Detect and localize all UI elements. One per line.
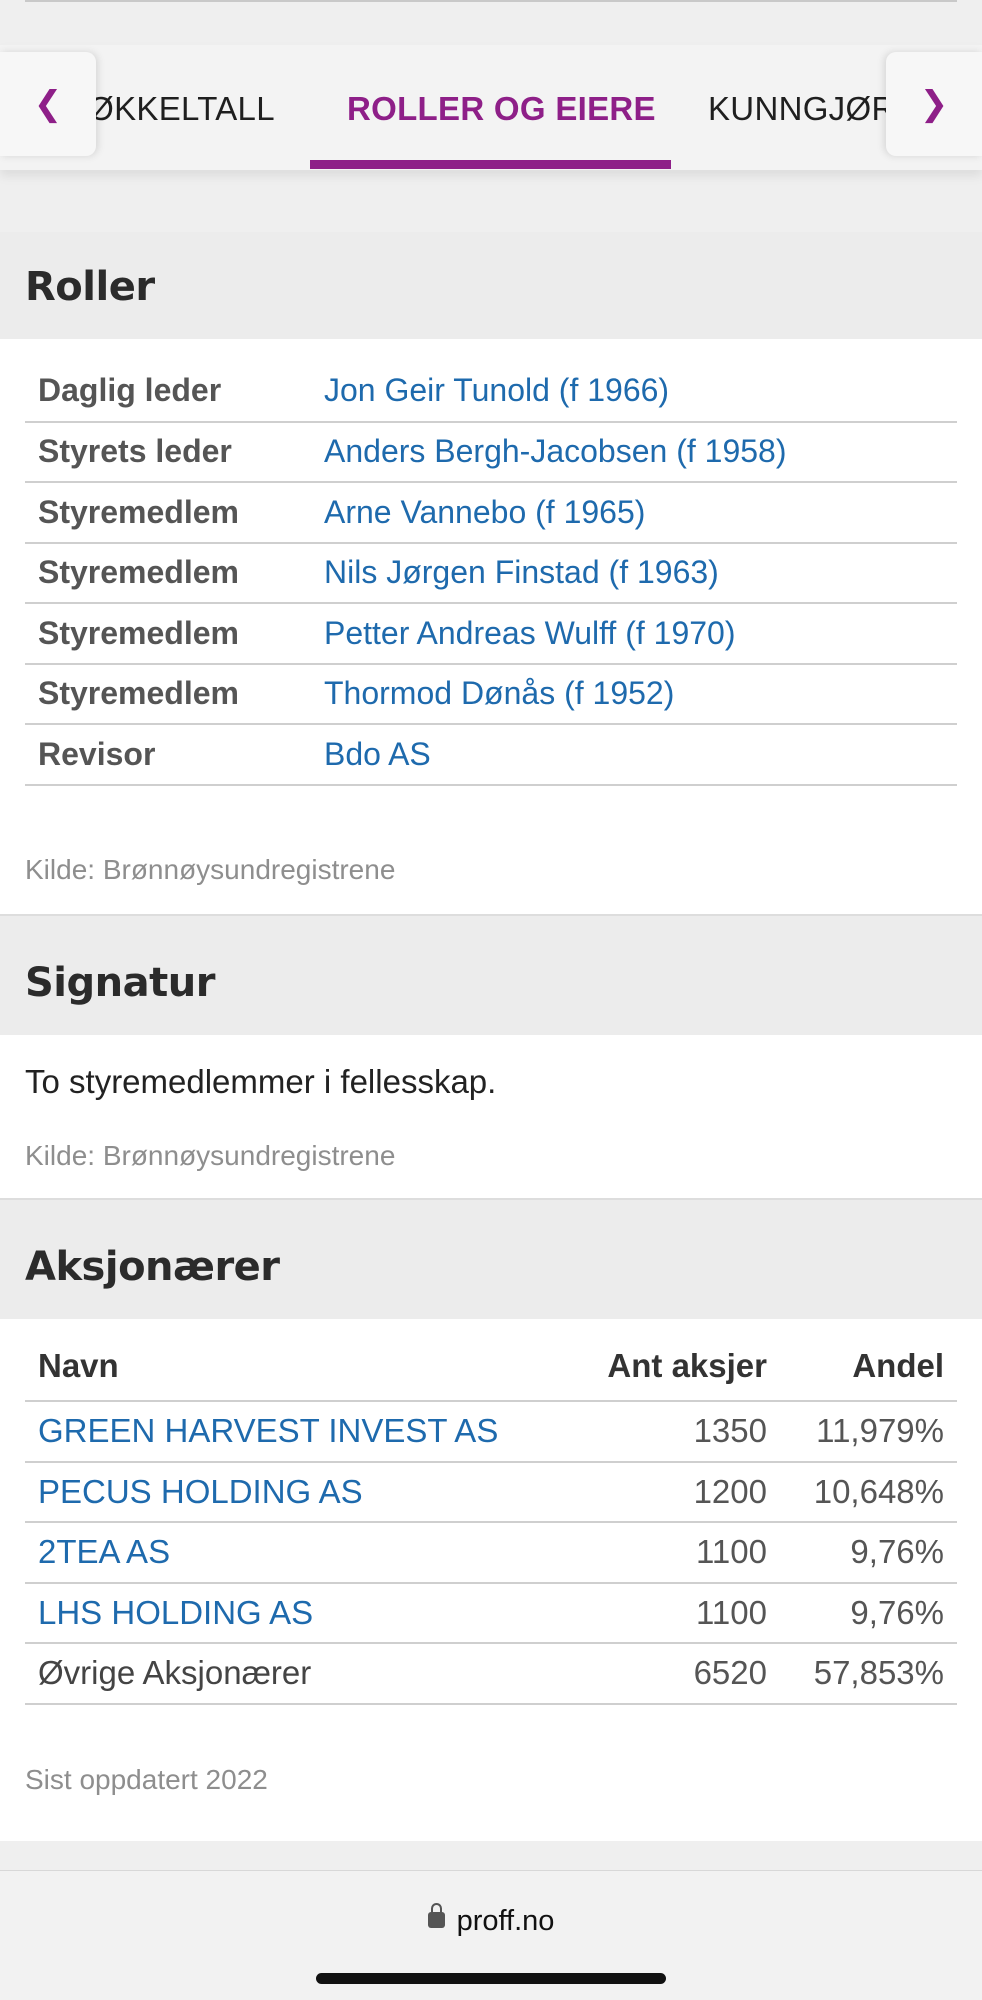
signature-source: Kilde: Brønnøysundregistrene <box>25 1140 396 1171</box>
roles-table: Daglig leder Jon Geir Tunold (f 1966) St… <box>25 361 957 786</box>
url-text: proff.no <box>456 1905 555 1937</box>
role-row: Styremedlem Arne Vannebo (f 1965) <box>25 482 957 544</box>
role-title: Styremedlem <box>25 542 324 604</box>
roles-source: Kilde: Brønnøysundregistrene <box>25 854 396 885</box>
shareholder-name-link[interactable]: LHS HOLDING AS <box>25 1582 547 1644</box>
chevron-left-icon: ❮ <box>33 84 63 124</box>
shareholders-title: Aksjonærer <box>25 1244 280 1290</box>
home-indicator[interactable] <box>316 1973 666 1984</box>
role-row: Revisor Bdo AS <box>25 724 957 786</box>
role-row: Styremedlem Nils Jørgen Finstad (f 1963) <box>25 542 957 604</box>
role-row: Styremedlem Petter Andreas Wulff (f 1970… <box>25 603 957 665</box>
roles-section: Daglig leder Jon Geir Tunold (f 1966) St… <box>0 339 982 914</box>
role-person-link[interactable]: Anders Bergh-Jacobsen (f 1958) <box>324 421 957 483</box>
shareholder-row: Øvrige Aksjonærer 6520 57,853% <box>25 1643 957 1705</box>
role-title: Styremedlem <box>25 482 324 544</box>
role-row: Styremedlem Thormod Dønås (f 1952) <box>25 663 957 725</box>
role-person-link[interactable]: Petter Andreas Wulff (f 1970) <box>324 603 957 665</box>
signature-text: To styremedlemmer i fellesskap. <box>25 1063 497 1100</box>
shareholder-row: PECUS HOLDING AS 1200 10,648% <box>25 1461 957 1523</box>
chevron-right-icon: ❯ <box>919 84 949 124</box>
roles-section-header: Roller <box>0 232 982 339</box>
role-person-link[interactable]: Thormod Dønås (f 1952) <box>324 663 957 725</box>
shareholder-shares: 1350 <box>547 1401 767 1463</box>
lock-icon <box>427 1902 445 1928</box>
active-tab-indicator <box>310 160 671 169</box>
shareholder-name: Øvrige Aksjonærer <box>25 1643 547 1705</box>
role-row: Styrets leder Anders Bergh-Jacobsen (f 1… <box>25 421 957 483</box>
shareholder-pct: 9,76% <box>767 1582 957 1644</box>
signature-title: Signatur <box>25 960 215 1006</box>
tabs-next-button[interactable]: ❯ <box>886 52 982 156</box>
shareholder-shares: 6520 <box>547 1643 767 1705</box>
tab-roller-og-eiere[interactable]: ROLLER OG EIERE <box>347 90 656 128</box>
column-header-share-pct: Andel <box>767 1331 957 1402</box>
tabs-prev-button[interactable]: ❮ <box>0 52 96 156</box>
browser-bottom-bar: proff.no <box>0 1870 982 2000</box>
roles-title: Roller <box>25 264 155 310</box>
shareholders-header-row: Navn Ant aksjer Andel <box>25 1331 957 1402</box>
tab-bar: NØKKELTALL ROLLER OG EIERE KUNNGJØRINGER… <box>0 45 982 170</box>
column-header-name: Navn <box>25 1331 547 1402</box>
signature-section-header: Signatur <box>0 914 982 1035</box>
role-title: Revisor <box>25 724 324 786</box>
role-person-link[interactable]: Arne Vannebo (f 1965) <box>324 482 957 544</box>
shareholders-section-header: Aksjonærer <box>0 1198 982 1319</box>
column-header-shares: Ant aksjer <box>547 1331 767 1402</box>
address-bar[interactable]: proff.no <box>0 1902 982 1938</box>
shareholder-pct: 57,853% <box>767 1643 957 1705</box>
shareholder-name-link[interactable]: 2TEA AS <box>25 1522 547 1584</box>
shareholder-name-link[interactable]: GREEN HARVEST INVEST AS <box>25 1401 547 1463</box>
shareholders-section: Navn Ant aksjer Andel GREEN HARVEST INVE… <box>0 1319 982 1841</box>
signature-section: To styremedlemmer i fellesskap. Kilde: B… <box>0 1035 982 1198</box>
shareholder-row: LHS HOLDING AS 1100 9,76% <box>25 1582 957 1644</box>
shareholder-pct: 9,76% <box>767 1522 957 1584</box>
top-divider <box>25 0 957 2</box>
shareholder-name-link[interactable]: PECUS HOLDING AS <box>25 1461 547 1523</box>
shareholder-row: GREEN HARVEST INVEST AS 1350 11,979% <box>25 1401 957 1463</box>
role-row: Daglig leder Jon Geir Tunold (f 1966) <box>25 361 957 423</box>
shareholder-pct: 11,979% <box>767 1401 957 1463</box>
role-title: Styremedlem <box>25 663 324 725</box>
shareholder-shares: 1100 <box>547 1522 767 1584</box>
role-title: Styrets leder <box>25 421 324 483</box>
shareholder-pct: 10,648% <box>767 1461 957 1523</box>
shareholder-shares: 1100 <box>547 1582 767 1644</box>
shareholder-row: 2TEA AS 1100 9,76% <box>25 1522 957 1584</box>
shareholders-table: Navn Ant aksjer Andel GREEN HARVEST INVE… <box>25 1331 957 1705</box>
role-person-link[interactable]: Bdo AS <box>324 724 957 786</box>
shareholders-updated: Sist oppdatert 2022 <box>25 1764 268 1795</box>
role-title: Styremedlem <box>25 603 324 665</box>
role-person-link[interactable]: Nils Jørgen Finstad (f 1963) <box>324 542 957 604</box>
role-person-link[interactable]: Jon Geir Tunold (f 1966) <box>324 361 957 423</box>
role-title: Daglig leder <box>25 361 324 423</box>
shareholder-shares: 1200 <box>547 1461 767 1523</box>
